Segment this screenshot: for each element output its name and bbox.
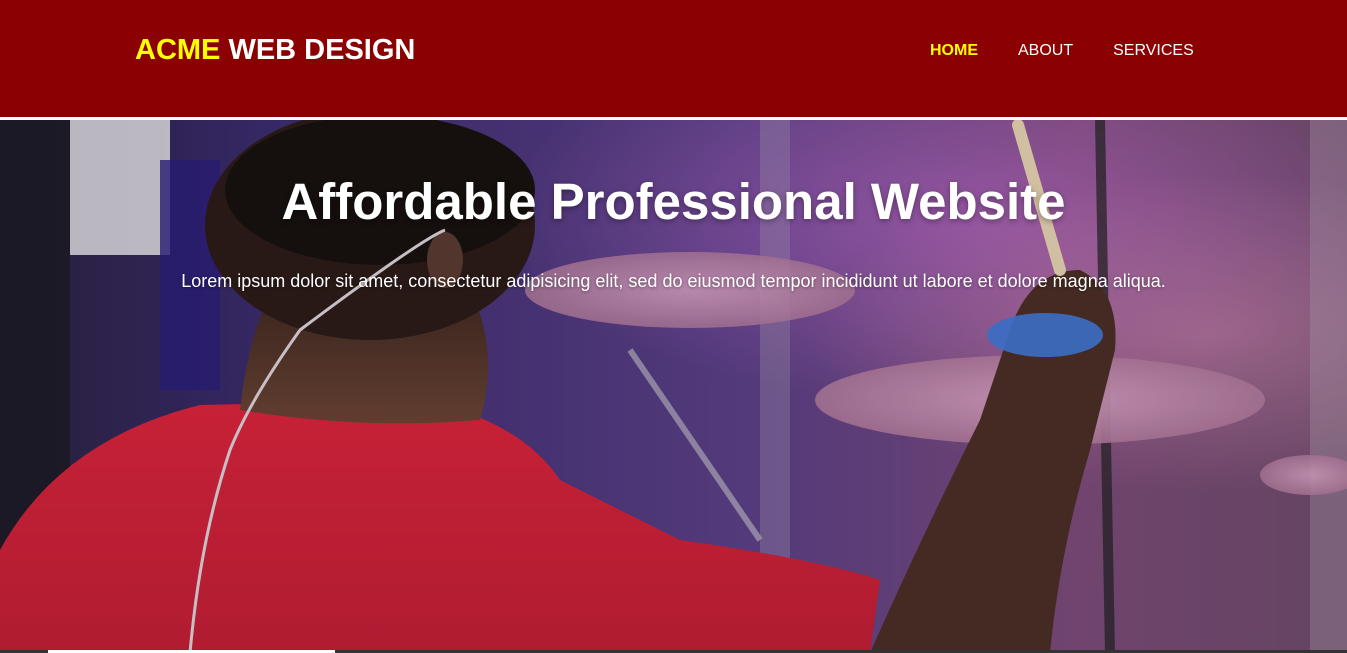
nav-link-home[interactable]: HOME [930,42,978,60]
showcase-text: Lorem ipsum dolor sit amet, consectetur … [181,271,1166,291]
showcase-section: Affordable Professional Website Lorem ip… [0,120,1347,653]
nav-link-about[interactable]: ABOUT [1018,42,1073,60]
main-nav: HOME ABOUT SERVICES [930,42,1234,60]
branding-rest: WEB DESIGN [220,34,416,66]
showcase-title: Affordable Professional Website [281,173,1066,230]
site-branding[interactable]: ACME WEB DESIGN [135,34,415,67]
site-header: ACME WEB DESIGN HOME ABOUT SERVICES [0,0,1347,120]
nav-link-services[interactable]: SERVICES [1113,42,1194,60]
branding-highlight: ACME [135,34,221,66]
